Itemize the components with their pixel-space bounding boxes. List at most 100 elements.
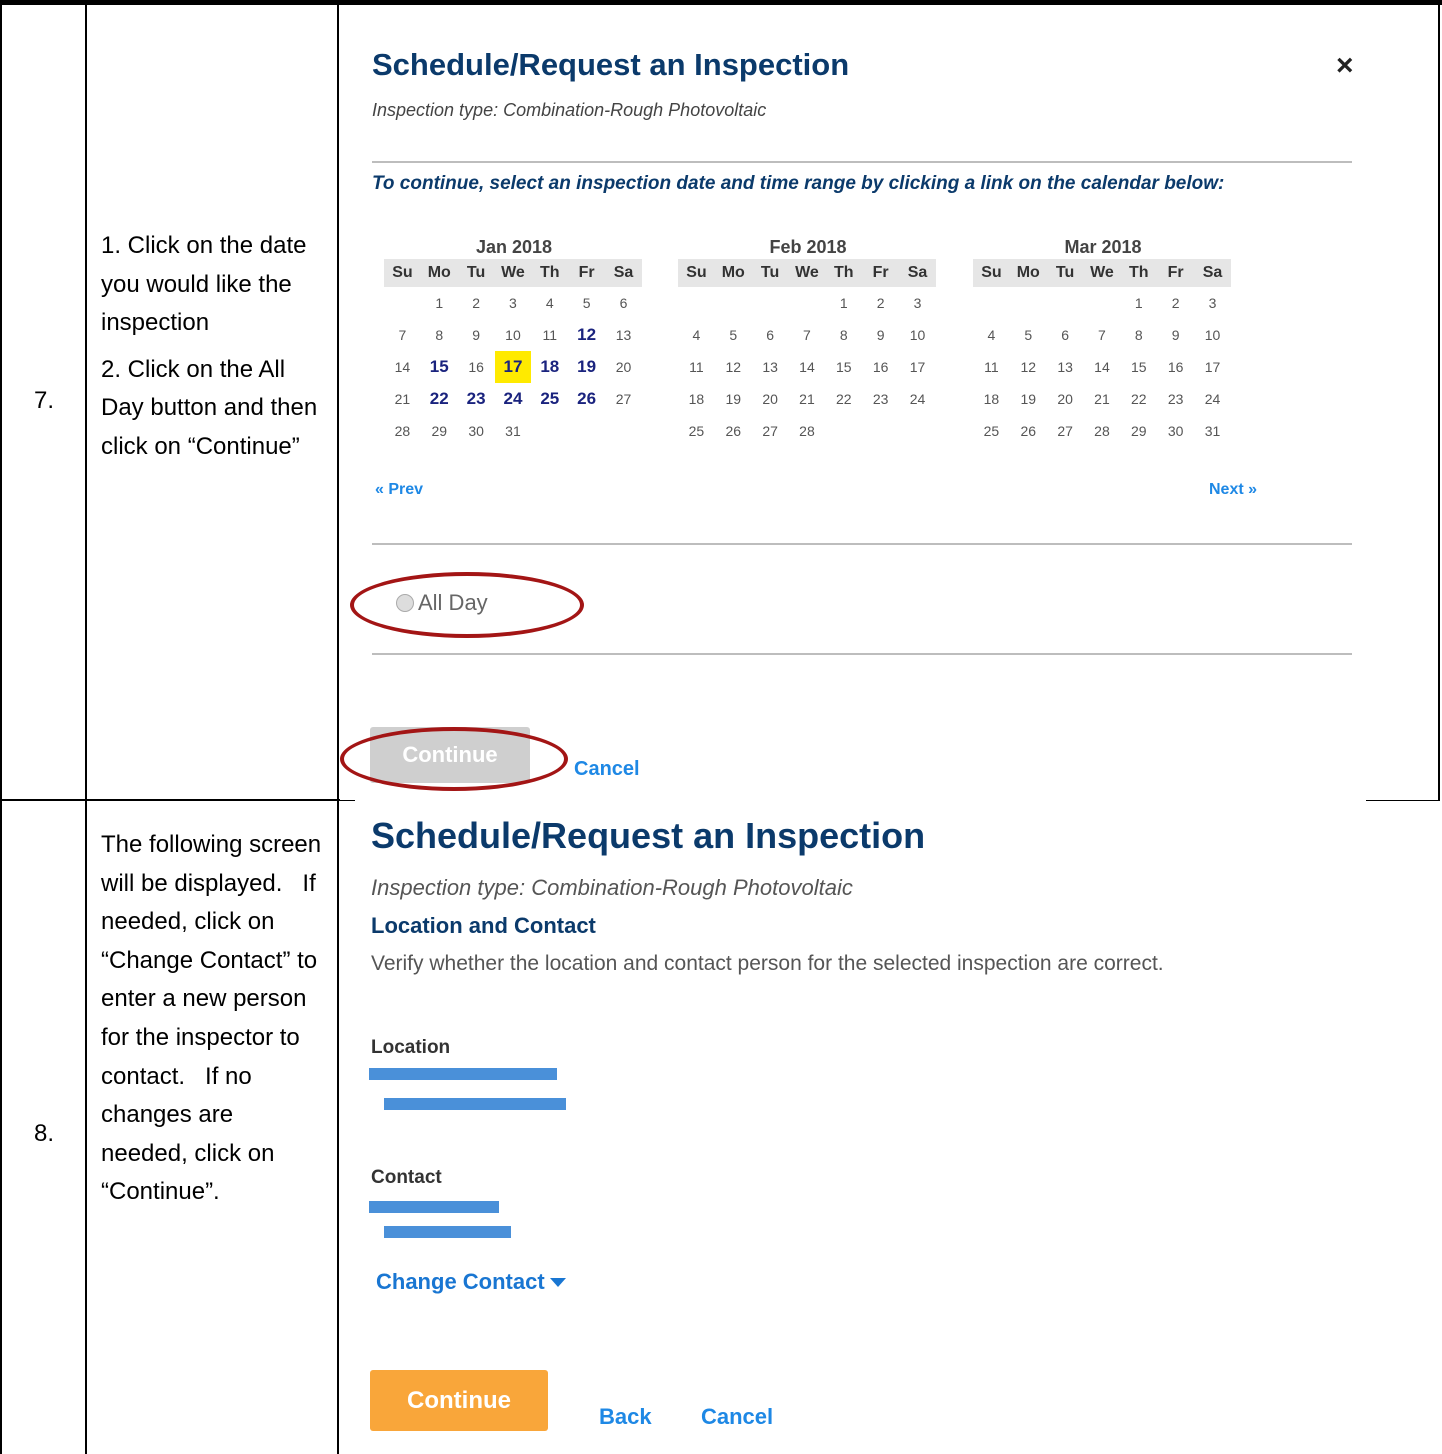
calendar-month-title: Mar 2018: [1064, 237, 1142, 257]
calendar-grid: Su Mo Tu We Th Fr Sa 1 2 3 4 5 6 7 8 9 10 11 12 13 14 15 16 17 1…: [678, 259, 936, 447]
weekday-header: Th: [825, 259, 863, 287]
calendar-day: 17: [1204, 359, 1221, 375]
divider: [372, 161, 1352, 163]
calendar-day: 26: [725, 423, 742, 439]
calendar-day-available[interactable]: 22: [421, 383, 458, 415]
close-icon[interactable]: ×: [1336, 49, 1354, 83]
calendar-grid: Su Mo Tu We Th Fr Sa 1 2 3 4 5 6 7 8 9 10 11 12 13 14 15 16 17 1…: [384, 259, 642, 447]
calendar-day: 7: [803, 327, 811, 343]
calendar-day: 24: [909, 391, 926, 407]
calendar-day-available[interactable]: 19: [568, 351, 605, 383]
instruction-text: 2. Click on the All Day button and then …: [101, 355, 318, 460]
weekday-header: We: [1083, 259, 1121, 287]
calendar-day: 13: [1057, 359, 1073, 375]
step-instructions: 1. Click on the date you would like the …: [101, 227, 326, 467]
weekday-header: Fr: [862, 259, 900, 287]
schedule-inspection-calendar-screen: Schedule/Request an Inspection × Inspect…: [340, 5, 1438, 800]
calendar-day: [568, 415, 605, 447]
calendar-day: [973, 287, 1010, 319]
calendar-day: 21: [394, 391, 411, 407]
weekday-header: Mo: [420, 259, 458, 287]
change-contact-link[interactable]: Change Contact: [376, 1269, 567, 1295]
calendar-day: 20: [762, 391, 778, 407]
instruction-text: 1. Click on the date you would like the …: [101, 232, 307, 337]
instruction-text: The following screen will be displayed. …: [101, 831, 328, 1206]
calendar-day-available[interactable]: 12: [568, 319, 605, 351]
calendar-day: 9: [876, 327, 885, 343]
calendar-day: [752, 287, 789, 319]
calendar-day: 3: [913, 295, 922, 311]
calendar-day-selected[interactable]: 17: [494, 351, 532, 383]
calendar-day: [899, 415, 936, 447]
weekday-header: Tu: [751, 259, 789, 287]
calendar-day: [862, 415, 899, 447]
prev-month-link[interactable]: « Prev: [375, 481, 423, 499]
calendar-day: [531, 415, 568, 447]
weekday-header: Tu: [1046, 259, 1084, 287]
page-title: Schedule/Request an Inspection: [372, 47, 850, 82]
calendar-day-available[interactable]: 26: [568, 383, 605, 415]
step-number: 7.: [34, 387, 55, 414]
weekday-header: Su: [973, 259, 1010, 287]
calendar-day: 8: [1134, 327, 1143, 343]
calendar-day: 3: [1208, 295, 1217, 311]
calendar-day: 4: [545, 295, 554, 311]
divider: [372, 653, 1352, 655]
calendar-day-available[interactable]: 18: [531, 351, 568, 383]
cancel-link[interactable]: Cancel: [701, 1404, 773, 1430]
continue-button[interactable]: Continue: [370, 1370, 548, 1431]
step-number: 8.: [34, 1120, 55, 1147]
calendar-day: [384, 287, 421, 319]
calendar-day: 16: [1167, 359, 1184, 375]
calendar-jan-2018: Jan 2018 Su Mo Tu We Th Fr Sa 1 2 3 4 5 6 7 8 9 10 11 12 13 1…: [384, 235, 644, 447]
calendar-day: 9: [1171, 327, 1180, 343]
calendar-grid: Su Mo Tu We Th Fr Sa 1 2 3 4 5 6 7 8 9 10 11 12 13 14 15 16 17 1…: [973, 259, 1231, 447]
weekday-header: Fr: [568, 259, 606, 287]
calendar-day: 2: [472, 295, 480, 311]
weekday-header: Su: [678, 259, 715, 287]
calendar-day: 4: [987, 327, 996, 343]
calendar-feb-2018: Feb 2018 Su Mo Tu We Th Fr Sa 1 2 3 4 5 6 7 8 9 10 11 12 13 1…: [678, 235, 938, 447]
calendar-day: 31: [505, 423, 521, 439]
weekday-header: We: [494, 259, 532, 287]
next-month-link[interactable]: Next »: [1209, 481, 1257, 499]
change-contact-label: Change Contact: [376, 1269, 545, 1294]
calendar-day: 17: [909, 359, 926, 375]
calendar-day: 10: [909, 327, 926, 343]
cancel-link[interactable]: Cancel: [574, 758, 640, 781]
calendar-day: 6: [766, 327, 774, 343]
location-label: Location: [371, 1037, 451, 1058]
calendar-day: 19: [1020, 391, 1037, 407]
inspection-type: Inspection type: Combination-Rough Photo…: [372, 100, 767, 120]
calendar-day: 30: [468, 423, 484, 439]
calendar-day: 11: [984, 359, 999, 375]
calendar-day: 28: [1094, 423, 1110, 439]
caret-down-icon: [549, 1278, 566, 1287]
weekday-header: Sa: [899, 259, 936, 287]
calendar-day: [1084, 287, 1121, 319]
table-border-right: [1438, 0, 1440, 800]
calendar-day: [1010, 287, 1047, 319]
weekday-header: Mo: [714, 259, 752, 287]
calendar-month-title: Feb 2018: [769, 237, 847, 257]
section-description: Verify whether the location and contact …: [371, 952, 1164, 975]
calendar-day: 24: [1204, 391, 1221, 407]
calendar-day: [605, 415, 642, 447]
redaction-bar: [384, 1098, 566, 1110]
calendar-day-available[interactable]: 23: [458, 383, 495, 415]
calendar-day: 7: [398, 327, 407, 343]
calendar-day-available[interactable]: 25: [531, 383, 568, 415]
calendar-day-available[interactable]: 24: [495, 383, 532, 415]
calendar-day-available[interactable]: 15: [421, 351, 458, 383]
calendar-day: 20: [1057, 391, 1073, 407]
calendar-day: 22: [836, 391, 852, 407]
back-link[interactable]: Back: [599, 1404, 652, 1430]
calendar-day: 23: [1167, 391, 1184, 407]
calendar-day: 15: [836, 359, 852, 375]
calendar-day: 10: [1204, 327, 1221, 343]
calendar-day: 25: [983, 423, 1000, 439]
weekday-header: Mo: [1009, 259, 1047, 287]
calendar-day: 29: [431, 423, 448, 439]
calendar-day: 1: [435, 295, 444, 311]
weekday-header: Sa: [1194, 259, 1231, 287]
